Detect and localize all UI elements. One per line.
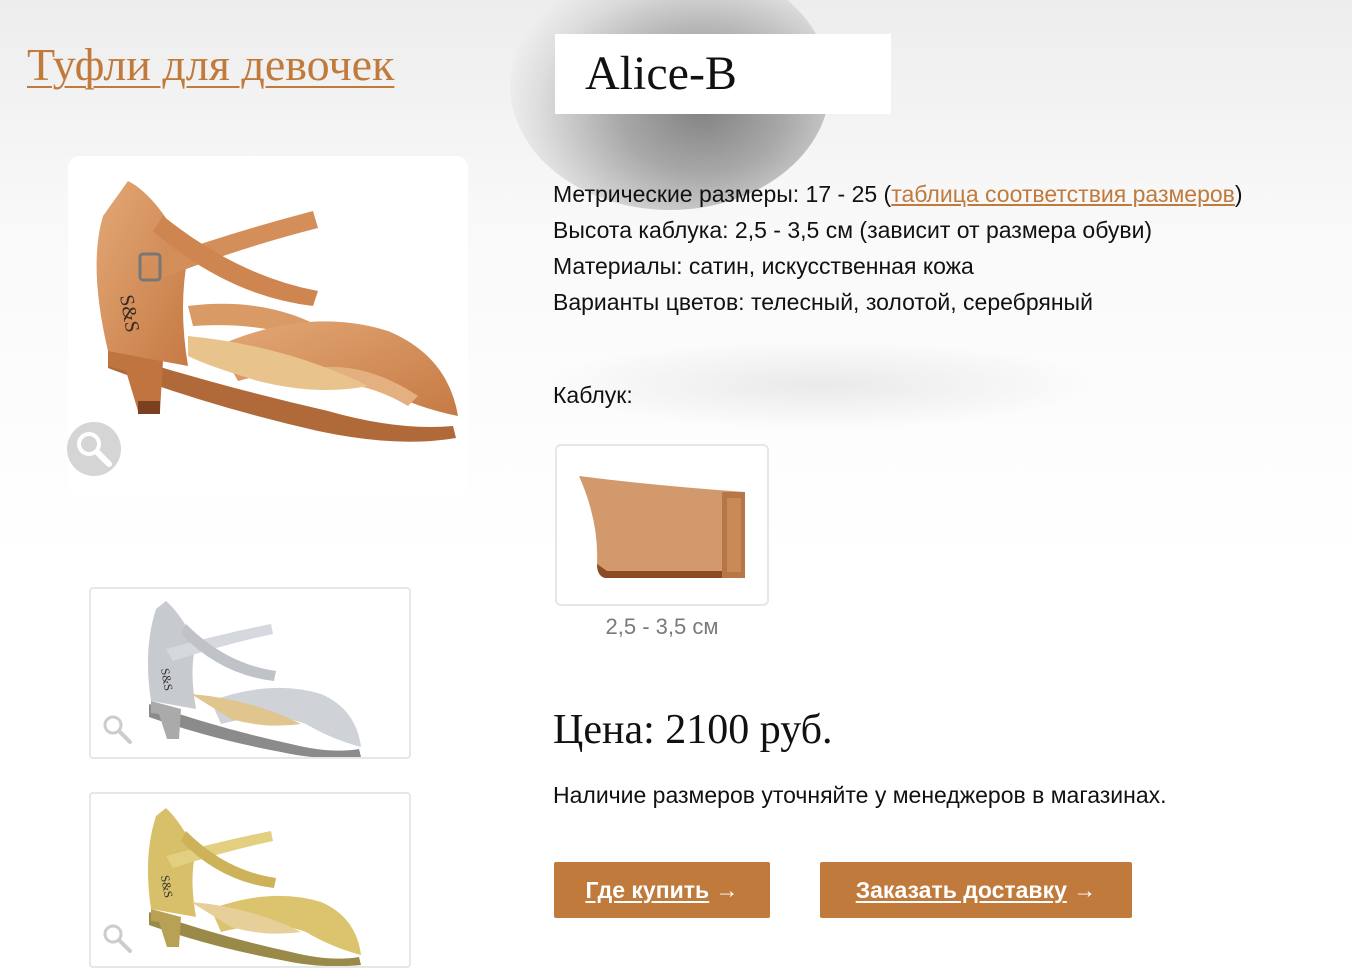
size-chart-link[interactable]: таблица соответствия размеров <box>891 181 1235 207</box>
main-product-photo[interactable]: S&S <box>68 156 468 496</box>
product-title-box: Alice-B <box>555 34 891 114</box>
heel-image <box>579 476 745 578</box>
thumbnail-gold[interactable]: S&S <box>89 792 411 968</box>
order-delivery-button[interactable]: Заказать доставку → <box>820 862 1132 918</box>
product-title: Alice-B <box>585 47 737 100</box>
shoe-silver-image: S&S <box>147 601 361 759</box>
colors-line: Варианты цветов: телесный, золотой, сере… <box>553 289 1093 315</box>
thumbnail-silver[interactable]: S&S <box>89 587 411 759</box>
shoe-nude-image: S&S <box>96 181 458 442</box>
where-to-buy-button[interactable]: Где купить → <box>554 862 770 918</box>
magnifier-icon <box>77 432 112 467</box>
sizes-line: Метрические размеры: 17 - 25 (таблица со… <box>553 176 1253 212</box>
product-specs: Метрические размеры: 17 - 25 (таблица со… <box>553 176 1253 320</box>
heel-card[interactable] <box>555 444 769 606</box>
order-delivery-label: Заказать доставку <box>855 877 1067 903</box>
heel-height-line: Высота каблука: 2,5 - 3,5 см (зависит от… <box>553 217 1153 243</box>
arrow-right-icon: → <box>1073 877 1097 903</box>
materials-line: Материалы: сатин, искусственная кожа <box>553 253 974 279</box>
magnifier-icon <box>103 715 132 744</box>
arrow-right-icon: → <box>715 877 739 903</box>
where-to-buy-label: Где купить <box>585 877 710 903</box>
heel-label: Каблук: <box>553 382 633 408</box>
sizes-label: Метрические размеры: 17 - 25 ( <box>553 181 892 207</box>
price: Цена: 2100 руб. <box>553 707 833 753</box>
magnifier-icon <box>103 924 132 953</box>
shoe-gold-image: S&S <box>147 808 361 967</box>
sizes-close: ) <box>1234 181 1243 207</box>
availability-note: Наличие размеров уточняйте у менеджеров … <box>553 782 1167 808</box>
heel-caption: 2,5 - 3,5 см <box>605 614 719 639</box>
zoom-icon[interactable] <box>67 422 121 476</box>
category-link[interactable]: Туфли для девочек <box>27 38 394 91</box>
